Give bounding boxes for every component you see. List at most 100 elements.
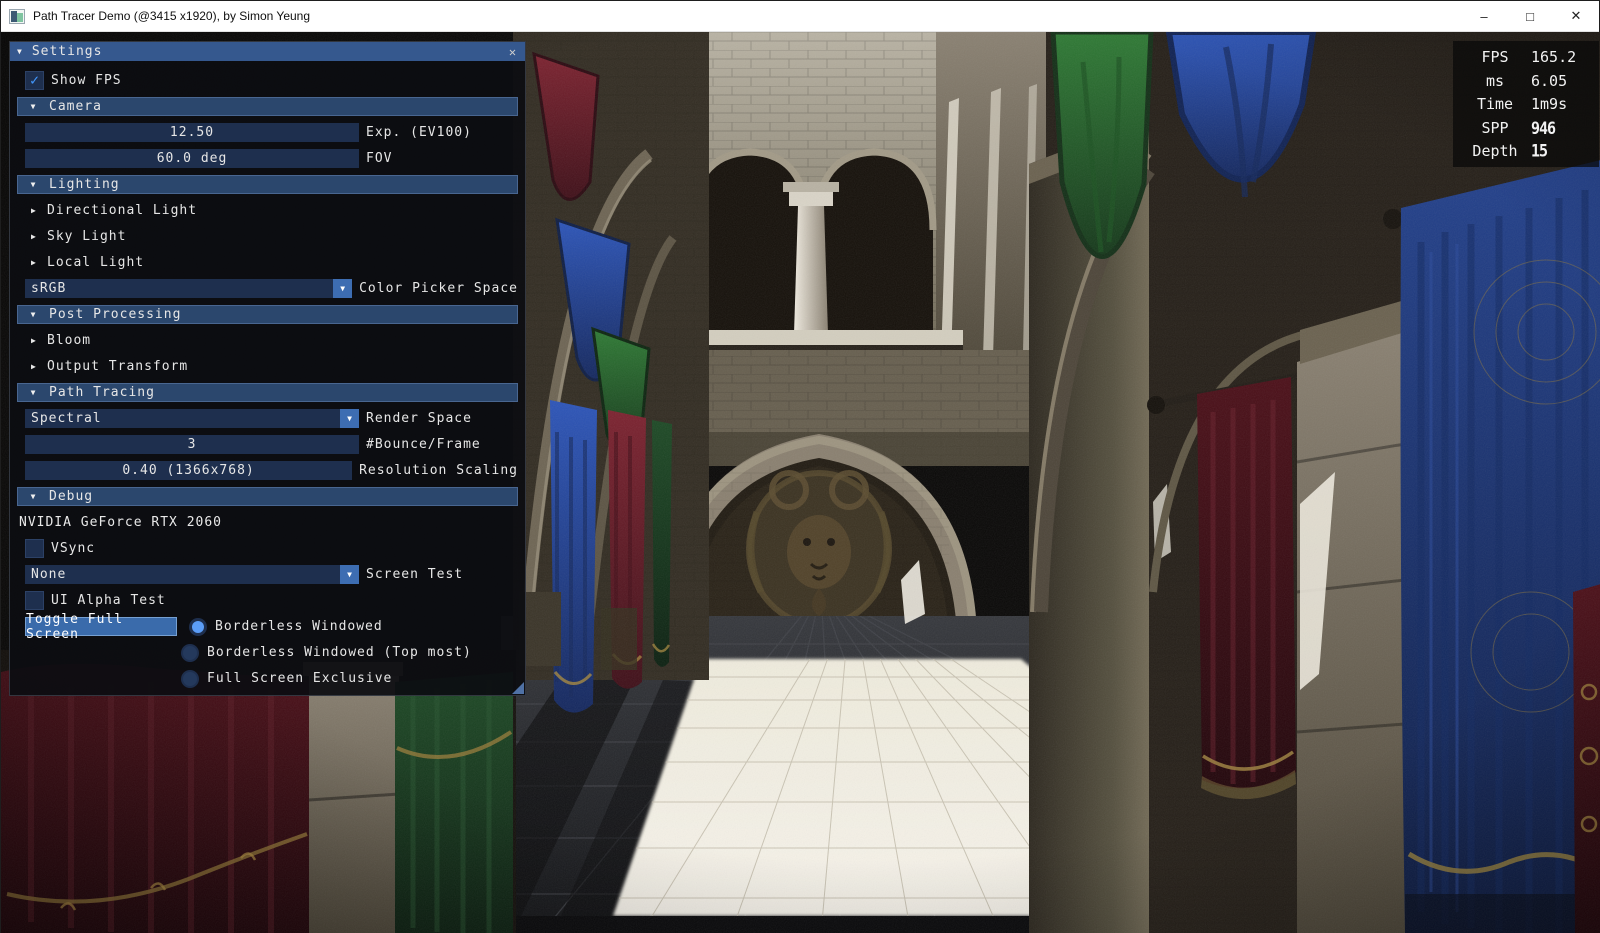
stat-spp: SPP 946: [1459, 117, 1593, 139]
post-processing-section-header[interactable]: ▼ Post Processing: [17, 305, 518, 324]
combo-arrow-icon[interactable]: ▼: [340, 409, 359, 428]
vsync-checkbox[interactable]: [25, 539, 44, 558]
ui-alpha-test-checkbox[interactable]: [25, 591, 44, 610]
screen-test-combo[interactable]: None ▼: [25, 565, 359, 584]
panel-resize-grip[interactable]: [512, 682, 524, 694]
radio-full-screen-exclusive[interactable]: [181, 670, 199, 688]
stat-fps-label: FPS: [1459, 48, 1531, 66]
tree-arrow-icon: ▶: [31, 336, 45, 345]
path-tracing-header-label: Path Tracing: [49, 385, 155, 400]
tree-arrow-icon: ▶: [31, 232, 45, 241]
color-picker-space-combo[interactable]: sRGB ▼: [25, 279, 352, 298]
exposure-label: Exp. (EV100): [366, 125, 472, 140]
toggle-full-screen-button[interactable]: Toggle Full Screen: [25, 617, 177, 636]
bounce-label: #Bounce/Frame: [366, 437, 481, 452]
stat-time-value: 1m9s: [1531, 95, 1567, 113]
window-controls: – □ ✕: [1461, 1, 1599, 31]
mode-top-most-row: Borderless Windowed (Top most): [173, 643, 518, 662]
stat-depth-value: 15: [1531, 141, 1547, 162]
debug-arrow-icon: ▼: [24, 492, 42, 501]
lighting-arrow-icon: ▼: [24, 180, 42, 189]
render-space-row: Spectral ▼ Render Space: [17, 409, 518, 428]
debug-header-label: Debug: [49, 489, 93, 504]
color-picker-space-row: sRGB ▼ Color Picker Space: [17, 279, 518, 298]
ui-alpha-test-row: UI Alpha Test: [17, 591, 518, 610]
resolution-scaling-row: 0.40 (1366x768) Resolution Scaling: [17, 461, 518, 480]
bounce-input[interactable]: 3: [25, 435, 359, 454]
gpu-name: NVIDIA GeForce RTX 2060: [19, 515, 222, 530]
combo-arrow-icon[interactable]: ▼: [340, 565, 359, 584]
close-button[interactable]: ✕: [1553, 1, 1599, 31]
camera-arrow-icon: ▼: [24, 102, 42, 111]
tree-arrow-icon: ▶: [31, 258, 45, 267]
stat-ms-value: 6.05: [1531, 72, 1567, 90]
stat-fps: FPS 165.2: [1459, 46, 1593, 68]
borderless-windowed-top-most-label: Borderless Windowed (Top most): [207, 645, 472, 660]
fullscreen-row: Toggle Full Screen Borderless Windowed: [17, 617, 518, 636]
tree-local-light[interactable]: ▶ Local Light: [17, 253, 518, 272]
camera-header-label: Camera: [49, 99, 102, 114]
tree-arrow-icon: ▶: [31, 362, 45, 371]
path-tracing-section-header[interactable]: ▼ Path Tracing: [17, 383, 518, 402]
stat-ms: ms 6.05: [1459, 70, 1593, 92]
fov-row: 60.0 deg FOV: [17, 149, 518, 168]
tree-output-transform[interactable]: ▶ Output Transform: [17, 357, 518, 376]
color-picker-space-value: sRGB: [25, 281, 333, 296]
path-tracing-arrow-icon: ▼: [24, 388, 42, 397]
fov-input[interactable]: 60.0 deg: [25, 149, 359, 168]
stat-time-label: Time: [1459, 95, 1531, 113]
stat-spp-label: SPP: [1459, 119, 1531, 137]
exposure-row: 12.50 Exp. (EV100): [17, 123, 518, 142]
output-transform-label: Output Transform: [47, 359, 188, 374]
title-bar: Path Tracer Demo (@3415 x1920), by Simon…: [1, 1, 1599, 32]
post-processing-header-label: Post Processing: [49, 307, 181, 322]
app-icon: [9, 9, 25, 24]
stat-ms-label: ms: [1459, 72, 1531, 90]
lighting-section-header[interactable]: ▼ Lighting: [17, 175, 518, 194]
show-fps-row: ✓ Show FPS: [17, 71, 518, 90]
tree-bloom[interactable]: ▶ Bloom: [17, 331, 518, 350]
settings-panel-title: Settings: [32, 44, 103, 59]
render-space-label: Render Space: [366, 411, 472, 426]
debug-section-header[interactable]: ▼ Debug: [17, 487, 518, 506]
maximize-button[interactable]: □: [1507, 1, 1553, 31]
stat-depth-label: Depth: [1459, 142, 1531, 160]
screen-test-row: None ▼ Screen Test: [17, 565, 518, 584]
color-picker-space-label: Color Picker Space: [359, 281, 518, 296]
resolution-scaling-input[interactable]: 0.40 (1366x768): [25, 461, 352, 480]
exposure-input[interactable]: 12.50: [25, 123, 359, 142]
tree-sky-light[interactable]: ▶ Sky Light: [17, 227, 518, 246]
radio-borderless-windowed[interactable]: [189, 618, 207, 636]
stats-overlay: FPS 165.2 ms 6.05 Time 1m9s SPP 946 Dept…: [1453, 41, 1599, 167]
post-processing-arrow-icon: ▼: [24, 310, 42, 319]
gpu-name-row: NVIDIA GeForce RTX 2060: [17, 513, 518, 532]
settings-panel-body: ✓ Show FPS ▼ Camera 12.50 Exp. (EV100) 6…: [10, 61, 525, 695]
bloom-label: Bloom: [47, 333, 91, 348]
radio-borderless-windowed-top-most[interactable]: [181, 644, 199, 662]
collapse-arrow-icon[interactable]: ▼: [17, 47, 22, 56]
panel-close-icon[interactable]: ✕: [504, 43, 521, 60]
camera-section-header[interactable]: ▼ Camera: [17, 97, 518, 116]
render-space-combo[interactable]: Spectral ▼: [25, 409, 359, 428]
combo-arrow-icon[interactable]: ▼: [333, 279, 352, 298]
ui-alpha-test-label: UI Alpha Test: [51, 593, 166, 608]
borderless-windowed-label: Borderless Windowed: [215, 619, 383, 634]
full-screen-exclusive-label: Full Screen Exclusive: [207, 671, 392, 686]
settings-panel-titlebar[interactable]: ▼ Settings ✕: [10, 42, 525, 61]
tree-directional-light[interactable]: ▶ Directional Light: [17, 201, 518, 220]
lighting-header-label: Lighting: [49, 177, 120, 192]
window-title: Path Tracer Demo (@3415 x1920), by Simon…: [33, 9, 310, 23]
mode-exclusive-row: Full Screen Exclusive: [173, 669, 518, 688]
stat-depth: Depth 15: [1459, 140, 1593, 162]
stat-time: Time 1m9s: [1459, 93, 1593, 115]
stat-spp-value: 946: [1531, 117, 1555, 138]
resolution-scaling-label: Resolution Scaling: [359, 463, 518, 478]
app-window: Path Tracer Demo (@3415 x1920), by Simon…: [0, 0, 1600, 933]
minimize-button[interactable]: –: [1461, 1, 1507, 31]
bounce-row: 3 #Bounce/Frame: [17, 435, 518, 454]
show-fps-checkbox[interactable]: ✓: [25, 71, 44, 90]
vsync-row: VSync: [17, 539, 518, 558]
stat-fps-value: 165.2: [1531, 48, 1576, 66]
render-space-value: Spectral: [25, 411, 340, 426]
local-light-label: Local Light: [47, 255, 144, 270]
